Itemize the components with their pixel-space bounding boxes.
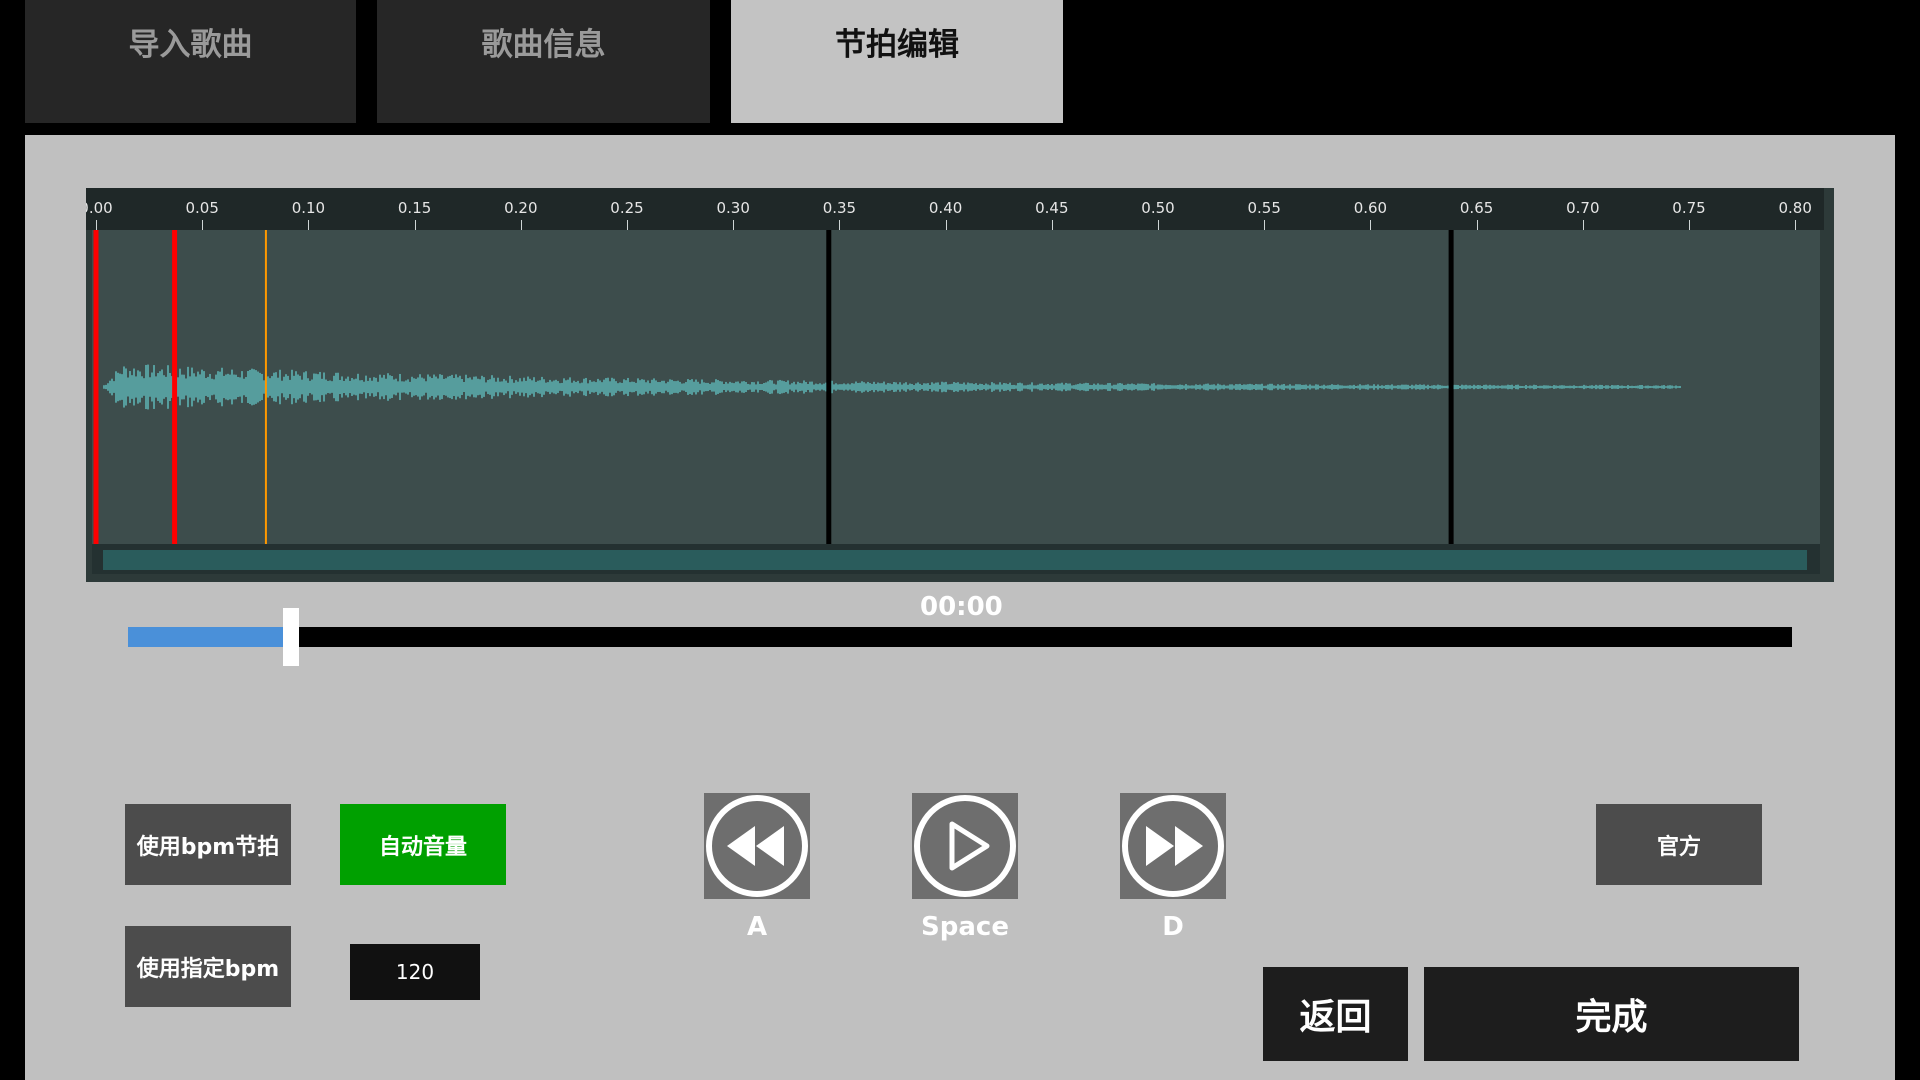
done-button[interactable]: 完成	[1424, 967, 1799, 1061]
official-button[interactable]: 官方	[1596, 804, 1762, 885]
ruler-tick-label: 0.65	[1459, 199, 1494, 217]
ruler-tick-mark	[1476, 220, 1478, 230]
ruler-tick-mark	[308, 220, 310, 230]
fast-forward-button[interactable]	[1120, 793, 1226, 899]
ruler-tick-label: 0.05	[185, 199, 219, 217]
tab-song-info[interactable]: 歌曲信息	[377, 0, 710, 123]
ruler-tick-label: 0.25	[610, 199, 644, 217]
beat-marker-2[interactable]	[1448, 230, 1454, 544]
waveform-signal	[103, 364, 1681, 410]
ruler-tick-label: 0.35	[822, 199, 857, 217]
time-ruler: 0.00 0.05 0.10 0.15 0.20 0.25 0.30 0.35 0.40 0.45…	[86, 188, 1824, 230]
waveform-area[interactable]	[92, 230, 1820, 544]
ruler-tick-label: 0.20	[504, 199, 538, 217]
waveform-scrollbar[interactable]	[92, 544, 1820, 574]
ruler-tick-mark	[1370, 220, 1372, 230]
ruler-tick-label: 0.30	[716, 199, 750, 217]
ruler-tick-label: 0.00	[86, 199, 113, 217]
ruler-tick-mark	[414, 220, 416, 230]
ruler-tick-mark	[839, 220, 841, 230]
ruler-tick-label: 0.55	[1247, 199, 1281, 217]
ruler-tick-mark	[1582, 220, 1584, 230]
play-key-label: Space	[921, 912, 1009, 942]
ruler-tick-label: 0.75	[1672, 199, 1706, 217]
ruler-tick-label: 0.15	[397, 199, 432, 217]
auto-volume-button[interactable]: 自动音量	[340, 804, 506, 885]
ruler-tick-mark	[96, 220, 97, 230]
waveform-scroll-thumb[interactable]	[103, 550, 1807, 570]
ruler-tick-label: 0.40	[928, 199, 963, 217]
play-icon	[914, 795, 1016, 897]
rewind-icon	[706, 795, 808, 897]
ruler-tick-label: 0.80	[1778, 199, 1812, 217]
playback-time: 00:00	[920, 592, 1003, 622]
ruler-tick-mark	[202, 220, 204, 230]
playback-progress-bar[interactable]	[128, 608, 1792, 666]
progress-fill	[128, 627, 292, 647]
ruler-tick-label: 0.70	[1566, 199, 1600, 217]
ruler-tick-mark	[1689, 220, 1690, 230]
playhead-marker[interactable]	[264, 230, 267, 544]
ruler-tick-mark	[627, 220, 628, 230]
use-specified-bpm-button[interactable]: 使用指定bpm	[125, 926, 291, 1007]
back-button[interactable]: 返回	[1263, 967, 1408, 1061]
ruler-tick-mark	[1158, 220, 1159, 230]
tab-beat-edit[interactable]: 节拍编辑	[731, 0, 1063, 123]
ruler-tick-mark	[733, 220, 735, 230]
ruler-tick-label: 0.45	[1035, 199, 1069, 217]
waveform-graph	[93, 230, 1681, 544]
tab-import-song[interactable]: 导入歌曲	[25, 0, 356, 123]
ruler-tick-mark	[1264, 220, 1266, 230]
waveform-editor[interactable]: 0.00 0.05 0.10 0.15 0.20 0.25 0.30 0.35 0.40 0.45…	[86, 188, 1834, 582]
ruler-tick-label: 0.60	[1353, 199, 1388, 217]
play-button[interactable]	[912, 793, 1018, 899]
beat-marker-1[interactable]	[826, 230, 832, 544]
fast-forward-key-label: D	[1162, 912, 1184, 942]
ruler-tick-mark	[520, 220, 522, 230]
ruler-tick-mark	[1795, 220, 1797, 230]
beat-marker-red[interactable]	[172, 230, 178, 544]
rewind-key-label: A	[746, 912, 768, 942]
ruler-tick-label: 0.50	[1141, 199, 1175, 217]
ruler-tick-mark	[1051, 220, 1053, 230]
progress-handle[interactable]	[283, 608, 300, 666]
start-marker[interactable]	[93, 230, 99, 544]
fast-forward-icon	[1122, 795, 1224, 897]
use-bpm-beat-button[interactable]: 使用bpm节拍	[125, 804, 291, 885]
bpm-input[interactable]	[350, 944, 480, 1000]
rewind-button[interactable]	[704, 793, 810, 899]
ruler-tick-mark	[945, 220, 947, 230]
ruler-tick-label: 0.10	[291, 199, 326, 217]
